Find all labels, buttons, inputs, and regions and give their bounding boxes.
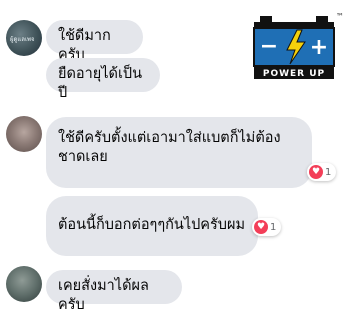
avatar-caption: ผู้ดูแลเพจ (10, 36, 35, 43)
comment-text: ต้อนนี้ก็บอกต่อๆๆกันไปครับผม (58, 217, 246, 233)
avatar[interactable] (6, 266, 42, 302)
avatar[interactable]: ผู้ดูแลเพจ (6, 20, 42, 56)
battery-terminal-icon (260, 16, 272, 23)
reaction-count: 1 (325, 166, 332, 178)
reaction-count: 1 (270, 221, 277, 233)
minus-icon: − (260, 34, 278, 59)
battery-terminal-icon (316, 16, 328, 23)
trademark-mark: ™ (336, 12, 344, 21)
logo-text: POWER UP (263, 69, 325, 79)
reaction-badge[interactable]: ♥ 1 (307, 163, 337, 181)
plus-icon: + (310, 35, 328, 60)
comment-bubble[interactable]: เคยสั่งมาได้ผลครับ (46, 270, 182, 313)
power-up-logo: − + POWER UP ™ (253, 12, 344, 79)
comment-text: ยืดอายุได้เป็นปี (58, 66, 143, 101)
comment-bubble[interactable]: ยืดอายุได้เป็นปี (46, 58, 160, 101)
heart-icon: ♥ (309, 165, 323, 179)
avatar[interactable] (6, 116, 42, 152)
comment-text: เคยสั่งมาได้ผลครับ (58, 278, 149, 313)
comment-bubble[interactable]: ต้อนนี้ก็บอกต่อๆๆกันไปครับผม (46, 196, 258, 256)
comment-bubble[interactable]: ใช้ดีมากครับ (46, 20, 143, 63)
heart-icon: ♥ (254, 220, 268, 234)
reaction-badge[interactable]: ♥ 1 (252, 218, 282, 236)
comment-bubble[interactable]: ใช้ดีครับตั้งแต่เอามาใส่แบตก็ไม่ต้อง ชาด… (46, 117, 312, 188)
comment-text: ใช้ดีครับตั้งแต่เอามาใส่แบตก็ไม่ต้อง ชาด… (58, 130, 281, 165)
